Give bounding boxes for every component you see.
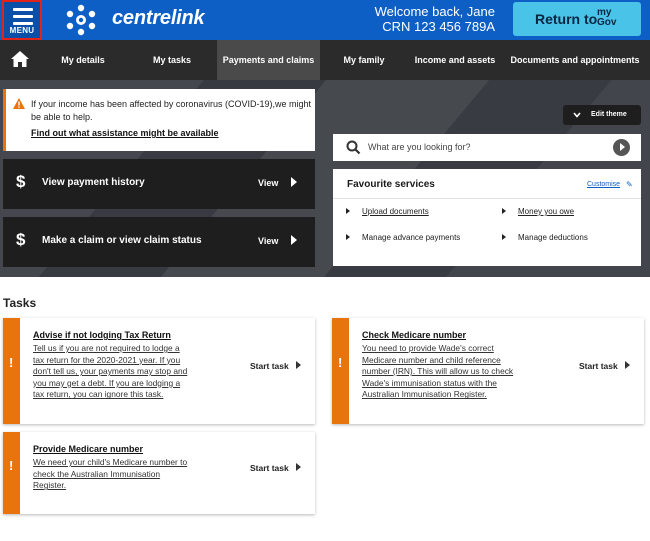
warning-icon [13,98,25,109]
fav-money-you-owe[interactable]: Money you owe [518,207,574,216]
fav-upload-documents[interactable]: Upload documents [362,207,429,216]
bullet-arrow-icon [502,234,506,240]
edit-theme-label: Edit theme [591,111,627,118]
search-icon [346,140,361,155]
task-description: We need your child's Medicare number to … [33,457,187,492]
centrelink-logo-icon [66,4,96,36]
task-description-line: Medicare number and child reference [362,354,501,365]
return-to-mygov-button[interactable]: Return to my Gov [513,2,641,36]
mygov-logo-gov: Gov [597,17,617,28]
bullet-arrow-icon [346,234,350,240]
exclamation-icon: ! [9,458,14,473]
task-status-bar: ! [3,318,20,424]
view-label: View [258,236,279,246]
tasks-heading: Tasks [3,296,37,310]
crn-text: CRN 123 456 789A [382,19,495,34]
task-description-line: number (IRN). This will allow us to chec… [362,366,514,377]
top-header: MENU centrelink Welcome back, Jane CRN 1… [0,0,650,40]
favourite-services-panel: Favourite services Customise ✎ Upload do… [333,169,641,266]
task-description: You need to provide Wade's correct Medic… [362,343,513,401]
alert-text: If your income has been affected by coro… [31,99,311,122]
hero-panel: If your income has been affected by coro… [0,80,650,277]
pencil-icon: ✎ [626,180,633,189]
task-description-line: You need to provide Wade's correct [362,343,494,353]
arrow-right-icon [291,235,297,245]
task-description: Tell us if you are not required to lodge… [33,343,187,401]
task-card-provide-medicare: ! Provide Medicare number We need your c… [3,432,315,514]
arrow-right-icon [296,361,301,369]
bullet-arrow-icon [346,208,350,214]
search-submit-button[interactable] [613,139,630,156]
arrow-right-icon [625,361,630,369]
search-input[interactable]: What are you looking for? [368,142,471,152]
task-description-line: Register. [33,480,67,491]
task-description-line: tax return for the 2020-2021 year. If yo… [33,354,181,365]
covid-alert: If your income has been affected by coro… [3,89,315,151]
view-payment-history-card[interactable]: $ View payment history View [3,159,315,209]
nav-my-tasks[interactable]: My tasks [130,40,214,80]
favourites-title: Favourite services [347,179,435,190]
mygov-logo: my Gov [597,8,616,28]
task-description-line: Tell us if you are not required to lodge… [33,343,180,353]
nav-payments-and-claims[interactable]: Payments and claims [217,40,320,80]
fav-manage-advance-payments[interactable]: Manage advance payments [362,233,460,242]
card-title: View payment history [42,177,145,188]
menu-button[interactable]: MENU [2,0,42,40]
task-description-line: don't tell us, your payments may stop an… [33,366,188,377]
home-button[interactable] [0,40,40,80]
start-task-button[interactable]: Start task [250,361,289,371]
task-title[interactable]: Check Medicare number [362,330,466,340]
nav-my-family[interactable]: My family [322,40,406,80]
exclamation-icon: ! [9,355,14,370]
nav-documents-and-appointments[interactable]: Documents and appointments [504,40,646,80]
task-description-line: Wade's immunisation status with the [362,377,497,388]
task-title[interactable]: Provide Medicare number [33,444,143,454]
task-description-line: tax return, you can ignore this task. [33,389,164,400]
task-status-bar: ! [332,318,349,424]
nav-my-details[interactable]: My details [42,40,124,80]
view-label: View [258,178,279,188]
main-nav: My details My tasks Payments and claims … [0,40,650,80]
task-status-bar: ! [3,432,20,514]
customise-link[interactable]: Customise [587,181,620,188]
welcome-text: Welcome back, Jane [374,4,495,19]
fav-manage-deductions[interactable]: Manage deductions [518,233,588,242]
arrow-right-icon [296,463,301,471]
task-description-line: Australian Immunisation Register. [362,389,487,400]
dollar-icon: $ [16,230,26,249]
home-icon [11,51,29,67]
start-task-button[interactable]: Start task [250,463,289,473]
start-task-button[interactable]: Start task [579,361,618,371]
task-description-line: We need your child's Medicare number to [33,457,188,467]
exclamation-icon: ! [338,355,343,370]
make-claim-card[interactable]: $ Make a claim or view claim status View [3,217,315,267]
chevron-down-icon [573,112,581,118]
favourites-header: Favourite services Customise ✎ [333,169,641,199]
task-card-check-medicare: ! Check Medicare number You need to prov… [332,318,644,424]
task-title[interactable]: Advise if not lodging Tax Return [33,330,171,340]
search-bar[interactable]: What are you looking for? [333,134,641,161]
task-description-line: check the Australian Immunisation [33,468,161,479]
return-label: Return to [535,11,598,27]
edit-theme-button[interactable]: Edit theme [563,105,641,125]
nav-income-and-assets[interactable]: Income and assets [410,40,500,80]
assistance-link[interactable]: Find out what assistance might be availa… [31,128,219,138]
task-card-tax-return: ! Advise if not lodging Tax Return Tell … [3,318,315,424]
brand-name: centrelink [112,7,205,29]
bullet-arrow-icon [502,208,506,214]
welcome-block: Welcome back, Jane CRN 123 456 789A [375,4,495,34]
task-description-line: you may get a debt. If you are lodging a [33,377,181,388]
menu-label: MENU [9,26,35,35]
card-title: Make a claim or view claim status [42,235,202,246]
dollar-icon: $ [16,172,26,191]
arrow-right-icon [291,177,297,187]
